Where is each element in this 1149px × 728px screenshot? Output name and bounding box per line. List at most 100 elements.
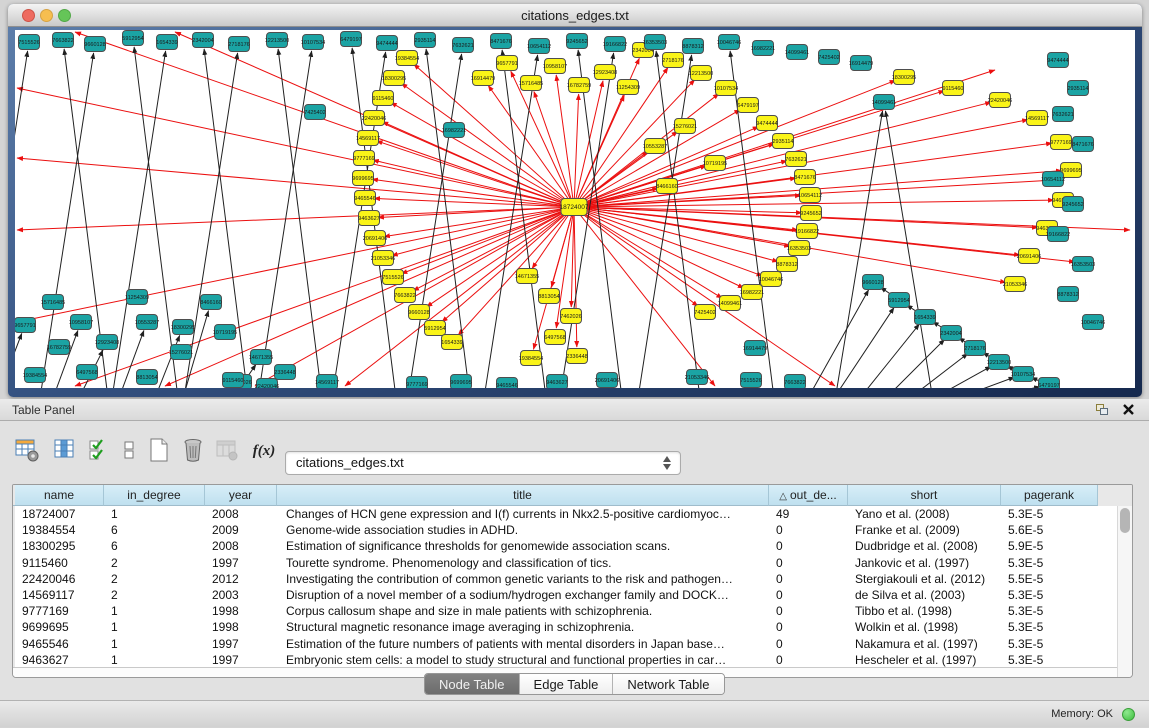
table-cell[interactable]: 1998 <box>205 603 277 619</box>
table-cell[interactable]: 2 <box>104 555 205 571</box>
table-cell[interactable]: 5.3E-5 <box>1001 603 1098 619</box>
table-cell[interactable]: 9465546 <box>15 636 104 652</box>
tab-network-table[interactable]: Network Table <box>613 674 723 695</box>
table-cell[interactable]: 0 <box>769 619 848 635</box>
network-graph[interactable]: 1938455418300295911546022420046145691179… <box>15 30 1135 388</box>
table-cell[interactable]: Tibbo et al. (1998) <box>848 603 1001 619</box>
table-cell[interactable]: 2008 <box>205 506 277 522</box>
column-header-short[interactable]: short <box>848 485 1001 506</box>
table-cell[interactable]: 2 <box>104 571 205 587</box>
table-cell[interactable]: 1 <box>104 506 205 522</box>
column-header-title[interactable]: title <box>277 485 769 506</box>
table-cell[interactable]: Wolkin et al. (1998) <box>848 619 1001 635</box>
tab-edge-table[interactable]: Edge Table <box>520 674 614 695</box>
float-panel-icon[interactable] <box>1096 404 1109 416</box>
table-cell[interactable]: 2008 <box>205 538 277 554</box>
function-builder-icon[interactable]: f(x) <box>250 437 278 465</box>
table-cell[interactable]: 5.3E-5 <box>1001 619 1098 635</box>
table-cell[interactable]: 2 <box>104 587 205 603</box>
table-cell[interactable]: Corpus callosum shape and size in male p… <box>277 603 769 619</box>
table-cell[interactable]: 5.3E-5 <box>1001 652 1098 668</box>
network-canvas[interactable]: 1938455418300295911546022420046145691179… <box>15 30 1135 388</box>
table-cell[interactable]: Jankovic et al. (1997) <box>848 555 1001 571</box>
table-cell[interactable]: 9463627 <box>15 652 104 668</box>
table-cell[interactable]: 0 <box>769 538 848 554</box>
column-header-name[interactable]: name <box>15 485 104 506</box>
table-cell[interactable]: Structural magnetic resonance image aver… <box>277 619 769 635</box>
table-cell[interactable]: 0 <box>769 603 848 619</box>
table-cell[interactable]: 5.3E-5 <box>1001 555 1098 571</box>
table-row[interactable]: 969969511998Structural magnetic resonanc… <box>13 619 1118 635</box>
close-panel-icon[interactable] <box>1122 403 1135 416</box>
column-header-in-degree[interactable]: in_degree <box>104 485 205 506</box>
table-cell[interactable]: 1997 <box>205 636 277 652</box>
table-cell[interactable]: 1997 <box>205 555 277 571</box>
memory-status-icon[interactable] <box>1122 708 1135 721</box>
table-cell[interactable]: 9115460 <box>15 555 104 571</box>
table-row[interactable]: 977716911998Corpus callosum shape and si… <box>13 603 1118 619</box>
table-row[interactable]: 946554611997Estimation of the future num… <box>13 636 1118 652</box>
table-cell[interactable]: 19384554 <box>15 522 104 538</box>
import-table-icon[interactable] <box>214 437 242 465</box>
table-row[interactable]: 911546021997Tourette syndrome. Phenomeno… <box>13 555 1118 571</box>
table-cell[interactable]: Investigating the contribution of common… <box>277 571 769 587</box>
table-cell[interactable]: 22420046 <box>15 571 104 587</box>
table-cell[interactable]: 0 <box>769 571 848 587</box>
table-row[interactable]: 1872400712008Changes of HCN gene express… <box>13 506 1118 522</box>
table-cell[interactable]: 1997 <box>205 652 277 668</box>
table-row[interactable]: 1830029562008Estimation of significance … <box>13 538 1118 554</box>
table-cell[interactable]: Changes of HCN gene expression and I(f) … <box>277 506 769 522</box>
table-cell[interactable]: Embryonic stem cells: a model to study s… <box>277 652 769 668</box>
table-cell[interactable]: Hescheler et al. (1997) <box>848 652 1001 668</box>
table-cell[interactable]: 0 <box>769 522 848 538</box>
column-header-pagerank[interactable]: pagerank <box>1001 485 1098 506</box>
table-cell[interactable]: 2009 <box>205 522 277 538</box>
table-cell[interactable]: Dudbridge et al. (2008) <box>848 538 1001 554</box>
show-columns-icon[interactable] <box>52 437 80 465</box>
table-row[interactable]: 1456911722003Disruption of a novel membe… <box>13 587 1118 603</box>
window-titlebar[interactable]: citations_edges.txt <box>8 4 1142 27</box>
clear-selection-icon[interactable] <box>120 437 138 465</box>
table-cell[interactable]: 0 <box>769 555 848 571</box>
scrollbar-thumb[interactable] <box>1120 508 1130 533</box>
table-cell[interactable]: Nakamura et al. (1997) <box>848 636 1001 652</box>
table-cell[interactable]: 0 <box>769 652 848 668</box>
table-cell[interactable]: Franke et al. (2009) <box>848 522 1001 538</box>
table-row[interactable]: 1938455462009Genome-wide association stu… <box>13 522 1118 538</box>
row-select-icon[interactable] <box>88 437 110 465</box>
table-cell[interactable]: 6 <box>104 538 205 554</box>
table-cell[interactable]: Tourette syndrome. Phenomenology and cla… <box>277 555 769 571</box>
column-header-out-degree[interactable]: △out_de... <box>769 485 848 506</box>
table-cell[interactable]: Estimation of the future numbers of pati… <box>277 636 769 652</box>
table-cell[interactable]: Stergiakouli et al. (2012) <box>848 571 1001 587</box>
table-selector-combobox[interactable]: citations_edges.txt <box>285 451 681 475</box>
table-cell[interactable]: 6 <box>104 522 205 538</box>
table-cell[interactable]: 18724007 <box>15 506 104 522</box>
tab-node-table[interactable]: Node Table <box>425 674 520 695</box>
table-cell[interactable]: 5.3E-5 <box>1001 587 1098 603</box>
table-cell[interactable]: 1 <box>104 603 205 619</box>
table-cell[interactable]: 5.5E-5 <box>1001 571 1098 587</box>
table-cell[interactable]: Genome-wide association studies in ADHD. <box>277 522 769 538</box>
table-cell[interactable]: 5.3E-5 <box>1001 506 1098 522</box>
table-cell[interactable]: 9777169 <box>15 603 104 619</box>
table-cell[interactable]: Estimation of significance thresholds fo… <box>277 538 769 554</box>
table-cell[interactable]: 1 <box>104 652 205 668</box>
table-cell[interactable]: 1998 <box>205 619 277 635</box>
table-cell[interactable]: 14569117 <box>15 587 104 603</box>
table-cell[interactable]: de Silva et al. (2003) <box>848 587 1001 603</box>
vertical-scrollbar[interactable] <box>1117 506 1132 678</box>
table-cell[interactable]: 5.9E-5 <box>1001 538 1098 554</box>
table-mode-icon[interactable] <box>14 437 42 465</box>
table-cell[interactable]: 0 <box>769 587 848 603</box>
table-cell[interactable]: 5.3E-5 <box>1001 636 1098 652</box>
table-cell[interactable]: Disruption of a novel member of a sodium… <box>277 587 769 603</box>
table-cell[interactable]: 2003 <box>205 587 277 603</box>
table-row[interactable]: 2242004622012Investigating the contribut… <box>13 571 1118 587</box>
delete-column-icon[interactable] <box>180 437 208 465</box>
table-cell[interactable]: 9699695 <box>15 619 104 635</box>
table-cell[interactable]: 5.6E-5 <box>1001 522 1098 538</box>
table-cell[interactable]: 18300295 <box>15 538 104 554</box>
table-cell[interactable]: 0 <box>769 636 848 652</box>
table-cell[interactable]: 1 <box>104 636 205 652</box>
